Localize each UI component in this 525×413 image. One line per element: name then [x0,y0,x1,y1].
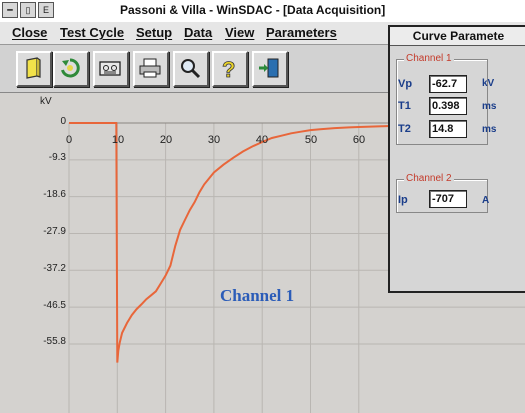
help-question-icon: ? [222,57,236,80]
system-menu-button[interactable]: ━ [2,2,18,18]
tape-button[interactable] [93,51,129,87]
t2-unit: ms [482,124,497,135]
ip-label: Ip [398,194,408,206]
menu-parameters[interactable]: Parameters [266,25,337,40]
vp-label: Vp [398,78,413,90]
t2-label: T2 [398,123,411,135]
exit-door-icon [259,58,279,78]
t2-field[interactable]: 14.8 [429,120,467,138]
y-tick-label: -18.6 [43,189,66,200]
refresh-acquire-icon [61,58,80,78]
panel-title: Curve Paramete [390,27,525,46]
y-tick-label: -27.9 [43,226,66,237]
help-button[interactable]: ? [212,51,248,87]
magnifier-icon [181,59,201,79]
x-tick-label: 30 [207,134,221,146]
window-title: Passoni & Villa - WinSDAC - [Data Acquis… [120,3,386,17]
t1-field[interactable]: 0.398 [429,97,467,115]
svg-text:?: ? [222,57,235,80]
y-tick-label: 0 [60,116,66,127]
acquire-button[interactable] [53,51,89,87]
t1-unit: ms [482,101,497,112]
y-tick-label: -37.2 [43,263,66,274]
channel2-group-title: Channel 2 [404,173,454,184]
ip-field[interactable]: -707 [429,190,467,208]
menu-setup[interactable]: Setup [136,25,172,40]
restore-button[interactable]: ▯ [20,2,36,18]
open-file-icon [26,57,41,79]
x-tick-label: 50 [304,134,318,146]
menu-close[interactable]: Close [12,25,47,40]
printer-icon [139,58,161,78]
curve-parameters-panel: Curve Paramete Channel 1 Vp -62.7 kV T1 … [388,25,525,293]
menu-view[interactable]: View [225,25,254,40]
channel1-group-title: Channel 1 [404,53,454,64]
t1-label: T1 [398,100,411,112]
x-tick-label: 0 [65,134,73,146]
y-tick-label: -46.5 [43,300,66,311]
menu-test-cycle[interactable]: Test Cycle [60,25,124,40]
x-tick-label: 40 [255,134,269,146]
zoom-button[interactable] [173,51,209,87]
ip-unit: A [482,195,490,206]
menu-data[interactable]: Data [184,25,212,40]
window-icon[interactable]: E [38,2,54,18]
title-bar: ━ ▯ E Passoni & Villa - WinSDAC - [Data … [0,0,525,22]
exit-button[interactable] [252,51,288,87]
y-tick-label: -9.3 [48,152,66,163]
tape-cassette-icon [99,61,121,76]
open-button[interactable] [16,51,52,87]
x-tick-label: 60 [352,134,366,146]
x-tick-label: 20 [159,134,173,146]
y-tick-label: -55.8 [43,336,66,347]
vp-field[interactable]: -62.7 [429,75,467,93]
channel-label: Channel 1 [220,286,295,305]
print-button[interactable] [133,51,169,87]
x-tick-label: 10 [111,134,125,146]
y-axis-unit: kV [40,96,52,107]
vp-unit: kV [482,78,495,89]
